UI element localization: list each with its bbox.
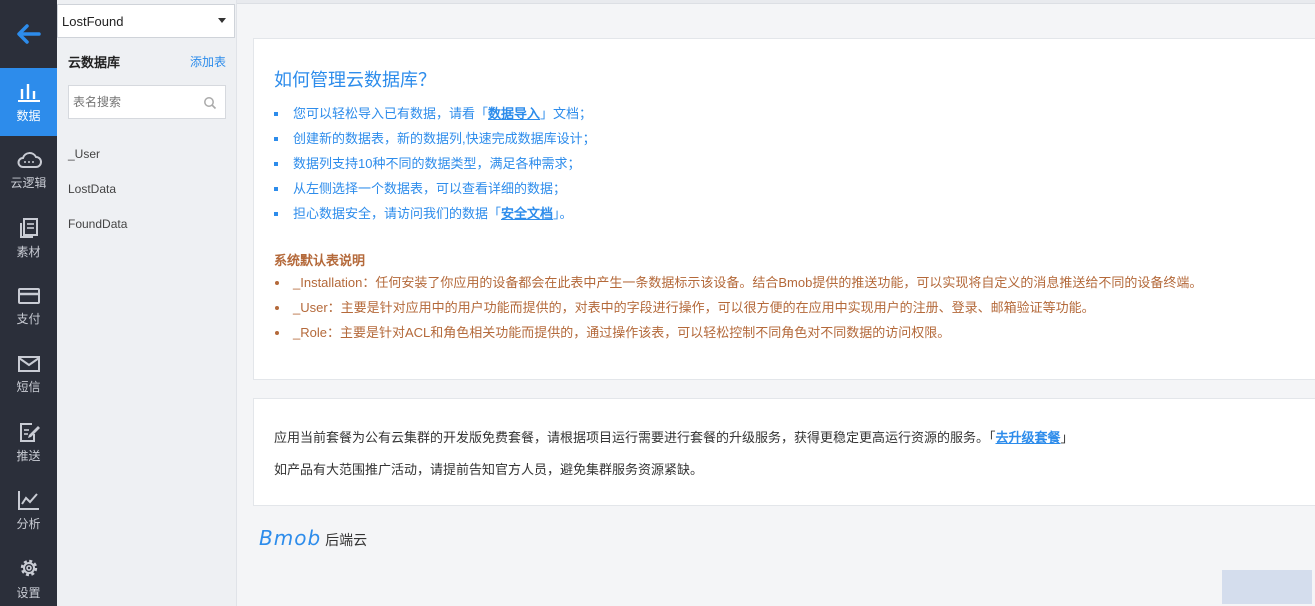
card-icon (17, 287, 40, 304)
nav-item-settings[interactable]: 设置 (0, 544, 57, 606)
table-search (68, 85, 226, 119)
intro-bullets: 您可以轻松导入已有数据，请看「数据导入」文档； 创建新的数据表，新的数据列,快速… (274, 104, 596, 229)
upgrade-plan-link[interactable]: 去升级套餐 (996, 430, 1061, 445)
system-table-note: _Installation：任何安装了你应用的设备都会在此表中产生一条数据标示该… (274, 273, 1202, 298)
system-table-note: _User：主要是针对应用中的用户功能而提供的，对表中的字段进行操作，可以很方便… (274, 298, 1202, 323)
icon-sidebar: 数据 云逻辑 素材 支付 短信 推送 分析 设置 (0, 0, 57, 606)
table-item-lostdata[interactable]: LostData (68, 180, 127, 215)
system-tables-list: _Installation：任何安装了你应用的设备都会在此表中产生一条数据标示该… (274, 273, 1202, 348)
bar-chart-icon (17, 83, 40, 102)
system-tables-title: 系统默认表说明 (274, 253, 366, 268)
table-item-user[interactable]: _User (68, 145, 127, 180)
files-icon (19, 217, 38, 238)
watermark-image (1222, 570, 1312, 604)
nav-item-data[interactable]: 数据 (0, 68, 57, 136)
app-select-value: LostFound (62, 13, 124, 29)
mail-icon (17, 355, 40, 372)
bmob-logo-suffix: 后端云 (325, 532, 368, 548)
nav-item-analytics[interactable]: 分析 (0, 476, 57, 544)
nav-item-label: 素材 (16, 244, 41, 259)
search-icon[interactable] (203, 96, 217, 110)
arrow-left-icon (16, 24, 41, 44)
intro-bullet: 从左侧选择一个数据表，可以查看详细的数据； (274, 179, 596, 204)
intro-bullet: 创建新的数据表，新的数据列,快速完成数据库设计； (274, 129, 596, 154)
nav-item-cloud-logic[interactable]: 云逻辑 (0, 136, 57, 204)
intro-bullet: 担心数据安全，请访问我们的数据「安全文档」。 (274, 204, 596, 229)
intro-bullet: 您可以轻松导入已有数据，请看「数据导入」文档； (274, 104, 596, 129)
caret-down-icon (218, 18, 226, 23)
intro-bullet: 数据列支持10种不同的数据类型，满足各种需求； (274, 154, 596, 179)
nav-item-label: 支付 (16, 311, 41, 326)
nav-item-label: 设置 (16, 585, 41, 600)
nav-item-label: 短信 (16, 379, 41, 394)
plan-notice: 应用当前套餐为公有云集群的开发版免费套餐，请根据项目运行需要进行套餐的升级服务，… (274, 430, 1074, 445)
import-docs-link[interactable]: 数据导入 (488, 106, 540, 121)
sidebar-title: 云数据库 (68, 55, 121, 70)
nav-item-label: 推送 (16, 448, 41, 463)
bmob-logo-text: Bmob (259, 526, 322, 550)
add-table-link[interactable]: 添加表 (190, 53, 226, 70)
table-list: _User LostData FoundData (68, 145, 127, 250)
database-sidebar: LostFound 云数据库 添加表 _User LostData FoundD… (57, 0, 237, 606)
gear-icon (20, 559, 37, 576)
table-item-founddata[interactable]: FoundData (68, 215, 127, 250)
intro-heading: 如何管理云数据库？ (274, 70, 436, 90)
back-button[interactable] (0, 0, 57, 68)
plan-card: 应用当前套餐为公有云集群的开发版免费套餐，请根据项目运行需要进行套餐的升级服务，… (253, 398, 1315, 506)
promo-notice: 如产品有大范围推广活动，请提前告知官方人员，避免集群服务资源紧缺。 (274, 462, 704, 477)
push-edit-icon (19, 422, 40, 442)
system-table-note: _Role：主要是针对ACL和角色相关功能而提供的，通过操作该表，可以轻松控制不… (274, 323, 1202, 348)
line-chart-icon (17, 490, 39, 510)
sidebar-header: 云数据库 添加表 (68, 52, 226, 71)
nav-item-label: 数据 (16, 108, 41, 123)
nav-item-label: 云逻辑 (10, 175, 47, 190)
top-bar (237, 0, 1315, 4)
bmob-logo: Bmob 后端云 (259, 526, 367, 550)
app-select[interactable]: LostFound (57, 4, 235, 38)
security-docs-link[interactable]: 安全文档 (501, 206, 553, 221)
intro-card: 如何管理云数据库？ 您可以轻松导入已有数据，请看「数据导入」文档； 创建新的数据… (253, 38, 1315, 380)
table-search-input[interactable] (69, 87, 199, 117)
nav-item-push[interactable]: 推送 (0, 408, 57, 476)
nav-item-label: 分析 (16, 516, 41, 531)
nav-item-assets[interactable]: 素材 (0, 204, 57, 272)
nav-item-sms[interactable]: 短信 (0, 340, 57, 408)
nav-item-payment[interactable]: 支付 (0, 272, 57, 340)
cloud-icon (17, 151, 42, 168)
